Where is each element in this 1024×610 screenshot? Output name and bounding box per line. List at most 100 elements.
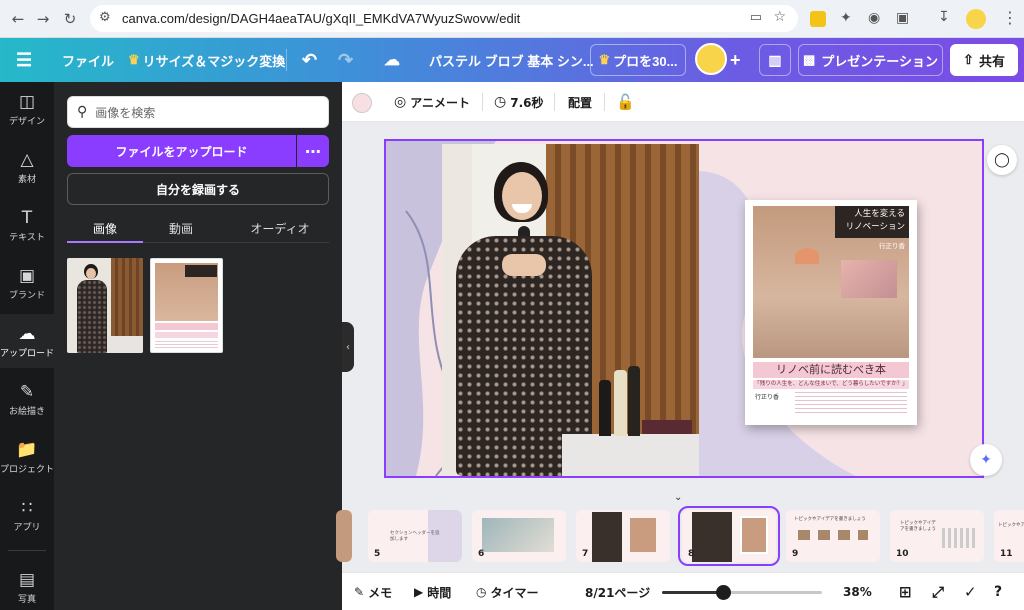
zoom-level[interactable]: 38% bbox=[843, 573, 872, 610]
record-yourself-button[interactable]: 自分を録画する bbox=[67, 173, 329, 205]
add-collaborator-icon[interactable]: + bbox=[730, 38, 741, 82]
rail-item-photos[interactable]: ▤ 写真 bbox=[0, 560, 54, 610]
slide-number: 5 bbox=[374, 549, 381, 559]
divider bbox=[482, 93, 483, 111]
page-indicator[interactable]: 8/21ページ bbox=[585, 573, 650, 610]
present-icon: ▩ bbox=[802, 52, 816, 67]
collapse-panel-handle[interactable]: ‹ bbox=[342, 322, 354, 372]
book-cover[interactable]: 人生を変える リノベーション 行正り香 リノベ前に読むべき本 「残りの人生を、ど… bbox=[745, 200, 917, 425]
share-icon: ⇧ bbox=[963, 52, 974, 67]
redo-icon[interactable]: ↷ bbox=[338, 38, 353, 82]
rail-item-text[interactable]: T テキスト bbox=[0, 198, 54, 252]
lock-icon[interactable]: 🔓 bbox=[616, 82, 635, 122]
try-pro-button[interactable]: ♛ プロを30... bbox=[590, 44, 686, 76]
slide-thumb-6[interactable]: 6 bbox=[472, 510, 566, 562]
slide-thumb-9[interactable]: トピックやアイデアを書きましょう 9 bbox=[786, 510, 880, 562]
share-button[interactable]: ⇧ 共有 bbox=[950, 44, 1018, 76]
rail-item-apps[interactable]: ∷ アプリ bbox=[0, 488, 54, 542]
extension-icon[interactable] bbox=[810, 11, 826, 27]
rail-item-brand[interactable]: ▣ ブランド bbox=[0, 256, 54, 310]
background-color-swatch[interactable] bbox=[352, 93, 372, 113]
design-icon: ◫ bbox=[18, 92, 36, 112]
tab-videos[interactable]: 動画 bbox=[143, 213, 219, 243]
editor-header: ☰ ファイル ♛ リサイズ＆マジック変換 ↶ ↷ ☁ パステル ブロブ 基本 シ… bbox=[0, 38, 1024, 82]
slide-thumb-5[interactable]: セクションヘッダーを追加します 5 bbox=[368, 510, 462, 562]
slide-thumb-7[interactable]: 7 bbox=[576, 510, 670, 562]
rail-label: アプリ bbox=[13, 523, 41, 533]
rail-item-design[interactable]: ◫ デザイン bbox=[0, 82, 54, 136]
zoom-slider-fill bbox=[662, 591, 723, 594]
rail-label: テキスト bbox=[9, 233, 45, 243]
hamburger-menu-icon[interactable]: ☰ bbox=[16, 38, 32, 82]
duration-button[interactable]: ◷ 7.6秒 bbox=[494, 82, 543, 122]
speaker-photo[interactable] bbox=[442, 144, 699, 476]
puzzle-icon[interactable]: ▣ bbox=[896, 10, 909, 26]
search-placeholder: 画像を検索 bbox=[95, 105, 156, 120]
fullscreen-icon[interactable]: ⤢ bbox=[932, 573, 944, 610]
extension-bird-icon[interactable]: ✦ bbox=[840, 10, 852, 26]
cast-icon[interactable]: ▭ bbox=[750, 10, 762, 25]
insights-chart-icon[interactable]: ▥ bbox=[759, 44, 791, 76]
comment-icon[interactable]: ◯ bbox=[987, 145, 1017, 175]
present-label: プレゼンテーション bbox=[821, 53, 939, 69]
present-button[interactable]: ▩ プレゼンテーション bbox=[798, 44, 943, 76]
timing-button[interactable]: ▶ 時間 bbox=[414, 573, 451, 610]
cloud-saved-icon[interactable]: ☁ bbox=[384, 38, 400, 82]
thumb-images bbox=[798, 530, 868, 540]
profile-avatar[interactable] bbox=[966, 9, 986, 29]
rail-item-projects[interactable]: 📁 プロジェクト bbox=[0, 430, 54, 484]
rail-label: 写真 bbox=[17, 595, 36, 605]
resize-button[interactable]: ♛ リサイズ＆マジック変換 bbox=[128, 38, 285, 82]
thumb-book bbox=[740, 516, 768, 554]
tab-audio[interactable]: オーディオ bbox=[230, 213, 330, 243]
slide-thumb-8-active[interactable]: 8 bbox=[678, 506, 780, 566]
bookmark-star-icon[interactable]: ☆ bbox=[773, 9, 786, 25]
file-menu-button[interactable]: ファイル bbox=[62, 38, 114, 82]
position-button[interactable]: 配置 bbox=[568, 82, 592, 122]
book-title-box bbox=[185, 265, 217, 277]
undo-icon[interactable]: ↶ bbox=[302, 38, 317, 82]
rail-item-draw[interactable]: ✎ お絵描き bbox=[0, 372, 54, 426]
wall-painting bbox=[841, 260, 897, 298]
animate-button[interactable]: ◎ アニメート bbox=[394, 82, 470, 122]
share-label: 共有 bbox=[978, 53, 1005, 69]
download-icon[interactable]: ↧ bbox=[938, 9, 950, 25]
camera-icon[interactable]: ◉ bbox=[868, 10, 880, 26]
book-title-band bbox=[155, 323, 218, 330]
slide-number: 11 bbox=[1000, 549, 1013, 559]
forward-icon[interactable]: → bbox=[33, 9, 53, 29]
play-timing-icon: ▶ bbox=[414, 585, 424, 599]
grid-view-icon[interactable]: ⊞ bbox=[899, 573, 912, 610]
menu-kebab-icon[interactable]: ⋮ bbox=[1002, 8, 1018, 27]
slide-thumb-10[interactable]: トピックやアイデアを書きましょう 10 bbox=[890, 510, 984, 562]
check-icon[interactable]: ✓ bbox=[964, 573, 977, 610]
slide-thumb-11[interactable]: トピックやアイデアを書きましょう 11 bbox=[994, 510, 1024, 562]
help-icon[interactable]: ? bbox=[994, 573, 1002, 610]
upload-more-options-icon[interactable]: ⋯ bbox=[297, 135, 329, 167]
page-filmstrip: ⌄ セクションヘッダーを追加します 5 6 7 8 トピックやアイデアを書きまし… bbox=[336, 492, 1024, 572]
tab-images[interactable]: 画像 bbox=[67, 213, 143, 243]
notes-button[interactable]: ✎ メモ bbox=[354, 573, 392, 610]
slide-thumb-4[interactable] bbox=[336, 510, 352, 562]
uploaded-image-speaker[interactable] bbox=[67, 258, 143, 353]
image-search-input[interactable]: ⚲ 画像を検索 bbox=[67, 96, 329, 128]
design-title[interactable]: パステル ブロブ 基本 シン... bbox=[429, 38, 594, 82]
timer-label: タイマー bbox=[490, 585, 539, 600]
upload-files-button[interactable]: ファイルをアップロード bbox=[67, 135, 296, 167]
address-bar[interactable]: ⚙ canva.com/design/DAGH4aeaTAU/gXqII_EMK… bbox=[90, 5, 798, 32]
zoom-slider-handle[interactable] bbox=[715, 585, 731, 600]
magic-sparkle-icon[interactable]: ✦ bbox=[970, 444, 1002, 476]
back-icon[interactable]: ← bbox=[8, 9, 28, 29]
slide-canvas[interactable]: 人生を変える リノベーション 行正り香 リノベ前に読むべき本 「残りの人生を、ど… bbox=[384, 139, 984, 478]
rail-item-uploads[interactable]: ☁ アップロード bbox=[0, 314, 54, 368]
rail-divider bbox=[8, 550, 46, 551]
uploaded-image-book[interactable] bbox=[150, 258, 223, 353]
site-settings-icon[interactable]: ⚙ bbox=[99, 10, 111, 25]
chevron-down-icon[interactable]: ⌄ bbox=[674, 492, 682, 503]
thumb-text: トピックやアイデアを書きましょう bbox=[794, 517, 866, 522]
slide-number: 10 bbox=[896, 549, 909, 559]
timer-button[interactable]: ◷ タイマー bbox=[476, 573, 539, 610]
reload-icon[interactable]: ↻ bbox=[60, 9, 80, 29]
user-avatar[interactable] bbox=[695, 43, 727, 75]
rail-item-elements[interactable]: △ 素材 bbox=[0, 140, 54, 194]
